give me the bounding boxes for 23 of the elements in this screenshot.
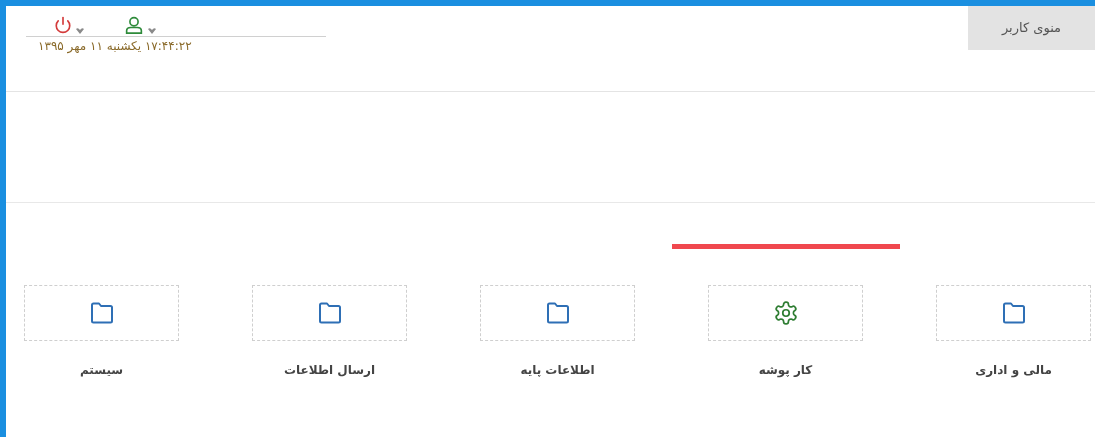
power-button[interactable]	[54, 16, 84, 34]
gear-icon	[772, 300, 799, 326]
tile-button[interactable]	[480, 285, 635, 341]
caret-icon	[148, 28, 156, 34]
user-icon	[124, 16, 144, 34]
power-icon	[54, 16, 72, 34]
folder-icon	[317, 302, 342, 324]
tile-button[interactable]	[936, 285, 1091, 341]
caret-icon	[76, 28, 84, 34]
user-button[interactable]	[124, 16, 156, 34]
tile-label: اطلاعات پایه	[520, 362, 595, 379]
tile-button[interactable]	[24, 285, 179, 341]
tile-button[interactable]	[708, 285, 863, 341]
tile-label: مالی و اداری	[975, 362, 1052, 379]
date-time-text: ۱۷:۴۴:۲۲ یکشنبه ۱۱ مهر ۱۳۹۵	[38, 38, 192, 55]
folder-icon	[89, 302, 114, 324]
folder-icon	[545, 302, 570, 324]
user-menu-tab[interactable]: منوی کاربر	[968, 6, 1095, 50]
tile-label: ارسال اطلاعات	[283, 362, 376, 379]
folder-icon	[1001, 302, 1026, 324]
tile-label: کار پوشه	[758, 362, 813, 379]
tile-label: سیستم	[79, 362, 124, 379]
tile-button[interactable]	[252, 285, 407, 341]
